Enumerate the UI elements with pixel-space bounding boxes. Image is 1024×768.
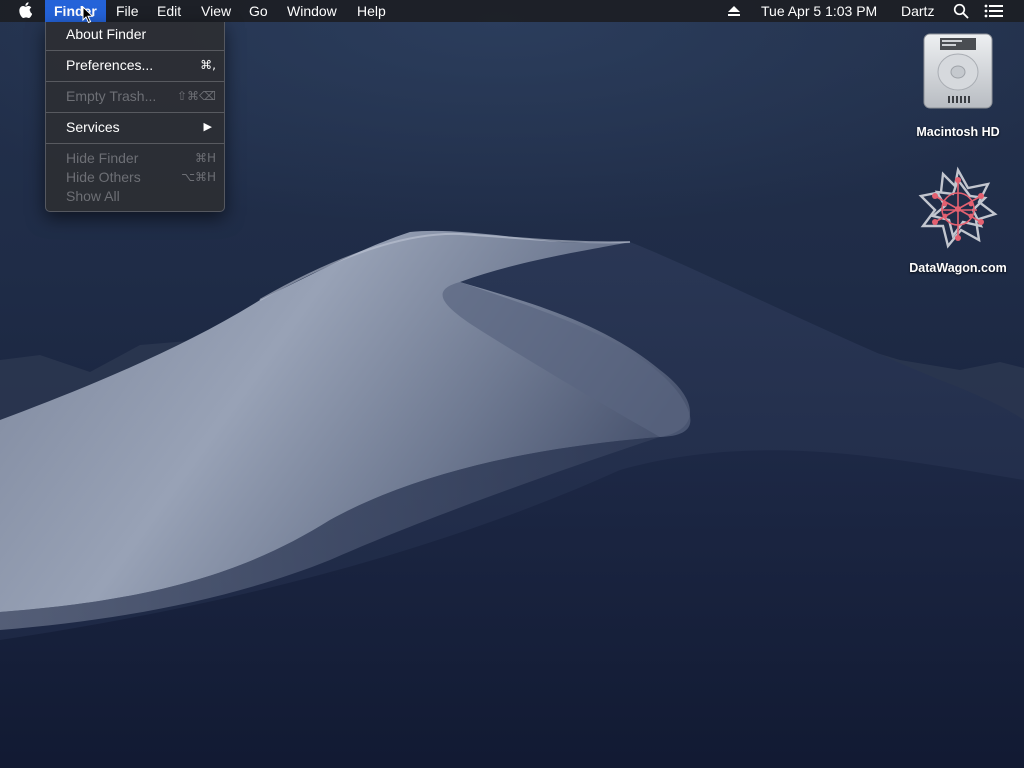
menu-file[interactable]: File <box>107 0 148 22</box>
datawagon-logo-icon <box>918 166 998 249</box>
search-icon[interactable] <box>944 0 978 22</box>
desktop-icon-label: DataWagon.com <box>909 261 1007 275</box>
eject-icon[interactable] <box>718 0 750 22</box>
user-name[interactable]: Dartz <box>892 0 943 22</box>
menu-item-services[interactable]: Services ▶ <box>46 118 224 137</box>
menu-separator <box>46 81 224 82</box>
shortcut-label: ⌘H <box>194 151 216 165</box>
desktop-icon-macintosh-hd[interactable]: Macintosh HD <box>904 30 1012 142</box>
menu-help[interactable]: Help <box>348 0 395 22</box>
menu-window[interactable]: Window <box>278 0 346 22</box>
hard-drive-icon <box>923 33 993 109</box>
menu-finder[interactable]: Finder <box>45 0 106 22</box>
finder-menu-dropdown: About Finder Preferences... ⌘, Empty Tra… <box>45 22 225 212</box>
menu-view[interactable]: View <box>192 0 240 22</box>
shortcut-label: ⌥⌘H <box>181 170 216 184</box>
menu-separator <box>46 50 224 51</box>
clock[interactable]: Tue Apr 5 1:03 PM <box>752 0 886 22</box>
menu-separator <box>46 112 224 113</box>
menu-go[interactable]: Go <box>240 0 277 22</box>
desktop-icon-label: Macintosh HD <box>916 125 1000 139</box>
menu-item-empty-trash: Empty Trash... ⇧⌘⌫ <box>46 87 224 106</box>
menu-item-about-finder[interactable]: About Finder <box>46 25 224 44</box>
menu-item-label: Hide Others <box>66 169 141 185</box>
menu-separator <box>46 143 224 144</box>
apple-icon[interactable] <box>12 0 38 22</box>
desktop[interactable]: Finder File Edit View Go Window Help Tue… <box>0 0 1024 768</box>
menu-item-label: Show All <box>66 188 120 204</box>
list-icon[interactable] <box>975 0 1013 22</box>
menu-item-label: Preferences... <box>66 57 154 73</box>
shortcut-label: ⇧⌘⌫ <box>176 89 216 103</box>
menu-item-label: Services <box>66 119 120 135</box>
menu-edit[interactable]: Edit <box>148 0 190 22</box>
menu-item-hide-others: Hide Others ⌥⌘H <box>46 168 224 187</box>
menu-item-preferences[interactable]: Preferences... ⌘, <box>46 56 224 75</box>
shortcut-label: ⌘, <box>200 58 216 72</box>
menu-item-hide-finder: Hide Finder ⌘H <box>46 149 224 168</box>
mouse-cursor-icon <box>82 6 94 24</box>
menu-item-show-all: Show All <box>46 187 224 206</box>
menu-bar: Finder File Edit View Go Window Help Tue… <box>0 0 1024 22</box>
submenu-arrow-icon: ▶ <box>203 121 212 133</box>
menu-item-label: About Finder <box>66 26 147 42</box>
menu-item-label: Hide Finder <box>66 150 139 166</box>
menu-item-label: Empty Trash... <box>66 88 157 104</box>
desktop-icon-datawagon[interactable]: DataWagon.com <box>900 166 1016 278</box>
